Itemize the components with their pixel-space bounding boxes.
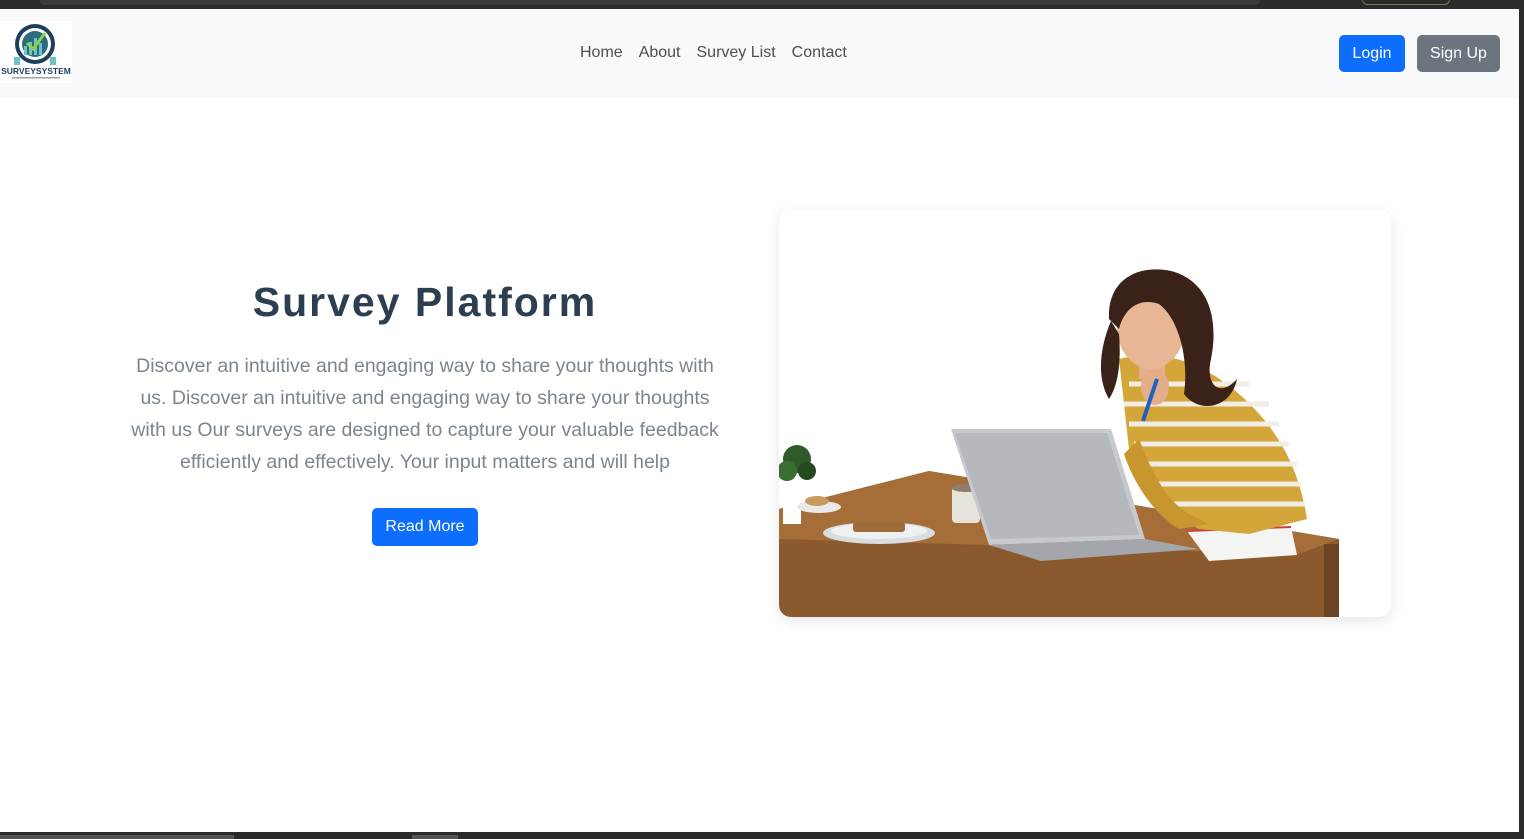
hero-title: Survey Platform (252, 279, 598, 325)
browser-pill (1362, 0, 1450, 5)
browser-bottom-strip (0, 832, 1524, 839)
woman-laptop-illustration (779, 269, 1339, 617)
browser-address-bar (40, 0, 1260, 5)
signup-button[interactable]: Sign Up (1417, 35, 1500, 72)
logo-wordmark: SURVEYSYSTEM (1, 66, 71, 76)
nav-home[interactable]: Home (572, 41, 631, 65)
read-more-button[interactable]: Read More (372, 508, 478, 546)
taskbar-segment (412, 835, 458, 839)
nav-contact[interactable]: Contact (784, 41, 855, 65)
nav-about[interactable]: About (631, 41, 689, 65)
hero-image-card (779, 209, 1391, 617)
nav-survey-list[interactable]: Survey List (689, 41, 784, 65)
survey-logo-icon: SURVEYSYSTEM (1, 24, 71, 79)
window-right-edge (1519, 9, 1524, 832)
navbar: SURVEYSYSTEM Home About Survey List Cont… (0, 9, 1519, 98)
logo[interactable]: SURVEYSYSTEM (0, 21, 72, 83)
login-button[interactable]: Login (1339, 35, 1405, 72)
taskbar-segment (0, 835, 234, 839)
page: SURVEYSYSTEM Home About Survey List Cont… (0, 9, 1519, 832)
browser-top-strip (0, 0, 1524, 9)
nav-links: Home About Survey List Contact (572, 41, 855, 65)
hero-description: Discover an intuitive and engaging way t… (131, 355, 719, 473)
